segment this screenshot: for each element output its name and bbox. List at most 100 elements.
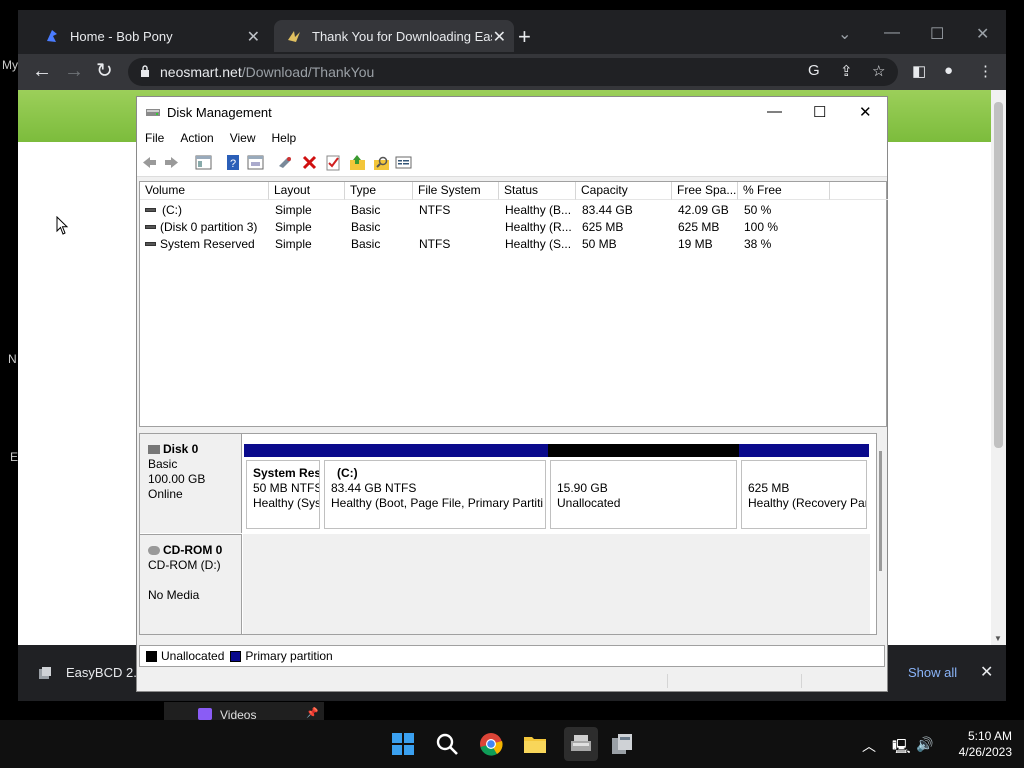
- partition-c-drive[interactable]: (C:) 83.44 GB NTFS Healthy (Boot, Page F…: [322, 444, 548, 531]
- scrollbar-thumb[interactable]: [879, 451, 882, 571]
- close-download-bar-icon[interactable]: ✕: [980, 662, 993, 682]
- menu-kebab-icon[interactable]: ⋮: [978, 62, 993, 80]
- svg-text:?: ?: [230, 158, 236, 170]
- clock-date: 4/26/2023: [958, 745, 1012, 759]
- settings-list-icon[interactable]: [395, 154, 412, 171]
- disk-type: Basic: [148, 457, 178, 471]
- volume-icon[interactable]: 🔊: [916, 736, 933, 753]
- new-tab-button[interactable]: +: [518, 24, 531, 50]
- column-header-volume[interactable]: Volume: [140, 182, 269, 200]
- cell-type: Basic: [351, 203, 381, 217]
- table-row[interactable]: (C:) Simple Basic NTFS Healthy (B... 83.…: [140, 202, 888, 219]
- table-row[interactable]: System Reserved Simple Basic NTFS Health…: [140, 236, 888, 253]
- column-header-status[interactable]: Status: [499, 182, 576, 200]
- cell-volume: (C:): [162, 203, 182, 217]
- graphical-view-scrollbar[interactable]: [877, 447, 885, 577]
- maximize-icon[interactable]: ☐: [930, 24, 944, 44]
- page-scrollbar[interactable]: ▼: [991, 90, 1006, 645]
- share-icon[interactable]: ⇪: [840, 62, 853, 80]
- address-bar[interactable]: neosmart.net/Download/ThankYou: [128, 58, 898, 86]
- back-icon[interactable]: [141, 154, 158, 171]
- forward-arrow-icon[interactable]: →: [64, 60, 84, 82]
- menu-action[interactable]: Action: [172, 131, 221, 145]
- windows-start-icon[interactable]: [389, 730, 417, 758]
- disk-size: 100.00 GB: [148, 472, 206, 486]
- menu-view[interactable]: View: [222, 131, 264, 145]
- close-window-icon[interactable]: ✕: [976, 24, 989, 44]
- table-row[interactable]: (Disk 0 partition 3) Simple Basic Health…: [140, 219, 888, 236]
- properties-window-icon[interactable]: [247, 154, 264, 171]
- cell-capacity: 625 MB: [582, 220, 624, 234]
- status-bar: [137, 671, 887, 691]
- column-header-percent-free[interactable]: % Free: [738, 182, 830, 200]
- explore-folder-icon[interactable]: [373, 154, 390, 171]
- close-icon[interactable]: ✕: [859, 103, 872, 121]
- show-hide-tree-icon[interactable]: [195, 154, 212, 171]
- open-folder-up-icon[interactable]: [349, 154, 366, 171]
- show-hidden-icons-chevron[interactable]: ︿: [862, 736, 876, 756]
- check-properties-icon[interactable]: [325, 154, 342, 171]
- scroll-down-icon[interactable]: ▼: [994, 634, 1002, 643]
- reload-icon[interactable]: ↻: [96, 60, 113, 82]
- menu-file[interactable]: File: [137, 131, 172, 145]
- search-icon[interactable]: [433, 730, 461, 758]
- toolbar: ?: [137, 149, 887, 177]
- partition-name: (C:): [337, 466, 358, 480]
- minimize-icon[interactable]: —: [884, 24, 900, 42]
- cell-file-system: NTFS: [419, 203, 451, 217]
- cdrom-empty-area: [243, 534, 870, 634]
- back-arrow-icon[interactable]: ←: [32, 60, 52, 82]
- close-tab-icon[interactable]: ✕: [247, 27, 260, 47]
- profile-icon[interactable]: ●: [944, 62, 953, 79]
- close-tab-icon[interactable]: ✕: [493, 27, 506, 47]
- cell-percent-free: 38 %: [744, 237, 772, 251]
- delete-red-x-icon[interactable]: [301, 154, 318, 171]
- disk-0-label[interactable]: Disk 0 Basic 100.00 GB Online: [140, 434, 242, 533]
- partition-system-reserved[interactable]: System Res 50 MB NTFS Healthy (Sys: [244, 444, 322, 531]
- browser-toolbar: ← → ↻ neosmart.net/Download/ThankYou G ⇪…: [18, 54, 1006, 90]
- network-icon[interactable]: 🖳: [892, 736, 911, 760]
- forward-icon[interactable]: [163, 154, 180, 171]
- maximize-icon[interactable]: ☐: [813, 103, 826, 121]
- file-explorer-icon[interactable]: [521, 730, 549, 758]
- column-header-free-space[interactable]: Free Spa...: [672, 182, 738, 200]
- cell-free-space: 625 MB: [678, 220, 720, 234]
- bookmark-star-icon[interactable]: ☆: [872, 62, 885, 80]
- partition-unallocated[interactable]: 15.90 GB Unallocated: [548, 444, 739, 531]
- side-panel-icon[interactable]: ◧: [912, 62, 926, 80]
- column-header-type[interactable]: Type: [345, 182, 413, 200]
- clock[interactable]: 5:10 AM 4/26/2023: [942, 728, 1012, 760]
- partition-size: 83.44 GB NTFS: [331, 481, 417, 495]
- chrome-icon[interactable]: [477, 730, 505, 758]
- cell-status: Healthy (B...: [505, 203, 572, 217]
- show-all-link[interactable]: Show all: [908, 665, 957, 680]
- bob-pony-favicon-icon: [47, 30, 57, 42]
- disk-management-app-icon: [146, 109, 160, 116]
- volume-drive-icon: [145, 208, 156, 212]
- easybcd-installer-icon[interactable]: [608, 730, 636, 758]
- tab-search-icon[interactable]: ⌄: [838, 24, 851, 44]
- scrollbar-thumb[interactable]: [994, 102, 1003, 448]
- disk-management-taskbar-button[interactable]: [564, 727, 598, 761]
- menu-bar: File Action View Help: [137, 127, 887, 149]
- partition-box: 15.90 GB Unallocated: [550, 460, 737, 529]
- menu-help[interactable]: Help: [264, 131, 305, 145]
- cell-percent-free: 100 %: [744, 220, 779, 234]
- tab-thank-you-download[interactable]: Thank You for Downloading Easy ✕: [274, 20, 514, 52]
- help-icon[interactable]: ?: [225, 154, 242, 171]
- legend-swatch-primary: [230, 650, 242, 662]
- cdrom-0-label[interactable]: CD-ROM 0 CD-ROM (D:) No Media: [140, 534, 242, 634]
- lock-icon: [141, 65, 149, 77]
- column-header-layout[interactable]: Layout: [269, 182, 345, 200]
- minimize-icon[interactable]: —: [767, 103, 782, 120]
- column-header-capacity[interactable]: Capacity: [576, 182, 672, 200]
- partition-recovery[interactable]: 625 MB Healthy (Recovery Par: [739, 444, 869, 531]
- connect-disk-icon[interactable]: [277, 154, 294, 171]
- taskbar: ︿ 🖳 🔊 5:10 AM 4/26/2023: [0, 720, 1024, 768]
- download-item[interactable]: EasyBCD 2.4: [38, 665, 144, 680]
- google-icon[interactable]: G: [808, 62, 820, 79]
- pin-icon[interactable]: 📌: [306, 708, 318, 719]
- tab-home-bob-pony[interactable]: Home - Bob Pony ✕: [32, 20, 268, 52]
- videos-folder-icon: [198, 708, 212, 720]
- column-header-file-system[interactable]: File System: [413, 182, 499, 200]
